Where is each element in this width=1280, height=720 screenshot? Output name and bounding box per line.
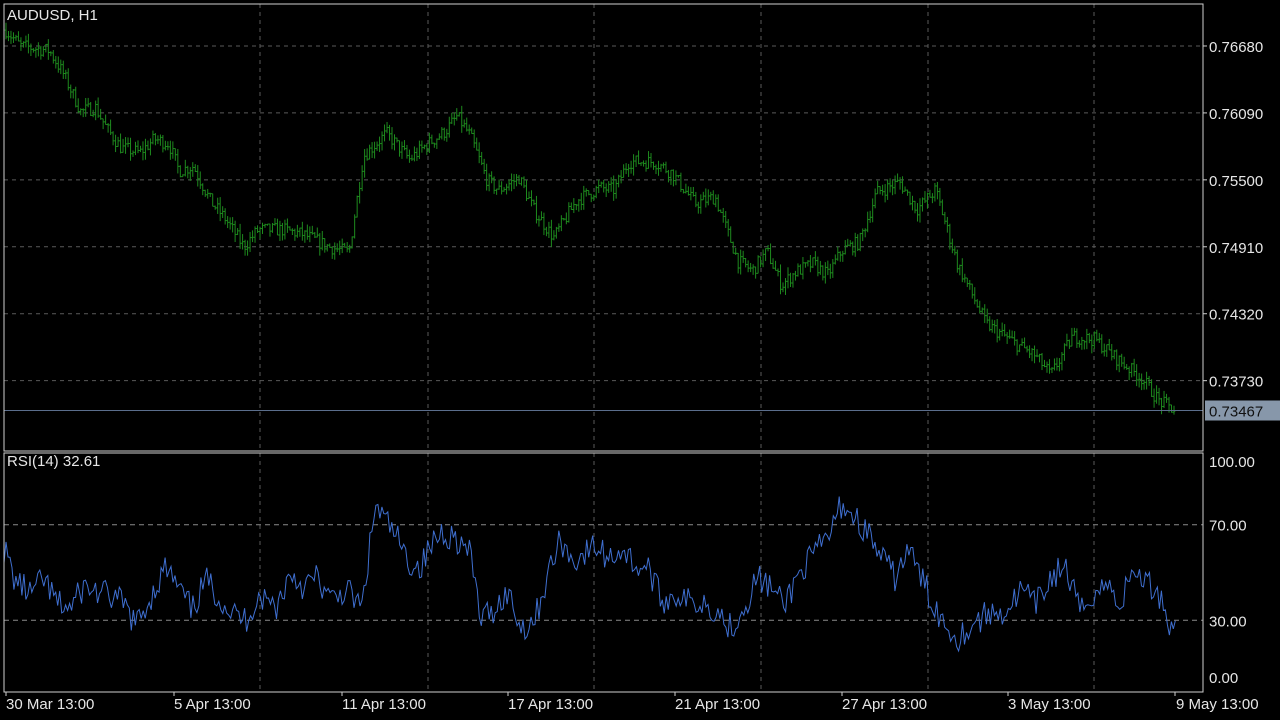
chart-title: AUDUSD, H1 — [7, 7, 98, 24]
time-tick-label: 5 Apr 13:00 — [174, 696, 251, 713]
chart-window[interactable]: 0.76680 0.76090 0.75500 0.74910 0.74320 0.737… — [0, 0, 1280, 720]
rsi-pane-frame — [3, 452, 1204, 693]
time-tick-label: 9 May 13:00 — [1176, 696, 1259, 713]
price-tick-label: 0.74320 — [1209, 307, 1263, 324]
current-price-label: 0.73467 — [1209, 403, 1263, 420]
rsi-tick-label: 100.00 — [1209, 454, 1255, 471]
price-tick-label: 0.74910 — [1209, 240, 1263, 257]
time-tick-label: 27 Apr 13:00 — [842, 696, 927, 713]
rsi-line-group — [3, 496, 1176, 653]
price-bars — [4, 22, 1176, 415]
rsi-tick-label: 0.00 — [1209, 670, 1238, 687]
rsi-tick-label: 70.00 — [1209, 518, 1247, 535]
time-tick-label: 17 Apr 13:00 — [508, 696, 593, 713]
trading-chart[interactable]: 0.76680 0.76090 0.75500 0.74910 0.74320 0.737… — [0, 0, 1280, 720]
price-pane-frame — [3, 3, 1204, 452]
price-tick-label: 0.73730 — [1209, 374, 1263, 391]
price-tick-label: 0.75500 — [1209, 173, 1263, 190]
rsi-tick-label: 30.00 — [1209, 613, 1247, 630]
rsi-line — [3, 496, 1176, 653]
time-tick-label: 30 Mar 13:00 — [6, 696, 94, 713]
time-tick-label: 21 Apr 13:00 — [675, 696, 760, 713]
price-tick-label: 0.76680 — [1209, 39, 1263, 56]
indicator-title: RSI(14) 32.61 — [7, 453, 100, 470]
time-tick-label: 11 Apr 13:00 — [342, 696, 426, 713]
price-tick-label: 0.76090 — [1209, 106, 1263, 123]
time-tick-label: 3 May 13:00 — [1008, 696, 1091, 713]
